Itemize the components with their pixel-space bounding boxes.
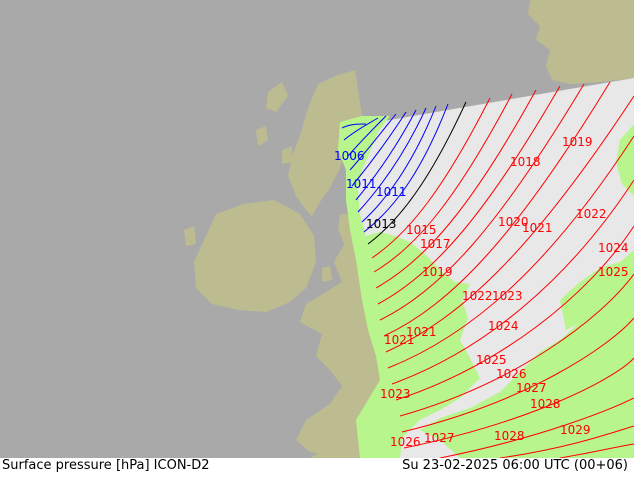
isobar-label: 1024: [598, 241, 629, 255]
isobar-label: 1018: [510, 155, 541, 169]
isobar-label: 1027: [516, 381, 547, 395]
isobar-label: 1029: [560, 423, 591, 437]
pressure-map: 1006 1011 1011 1013 1015 1017 1018 1019 …: [0, 0, 634, 458]
isobar-label: 1015: [406, 223, 437, 237]
isobar-label: 1026: [390, 435, 421, 449]
isobar-label: 1028: [494, 429, 525, 443]
isobar-label: 1019: [562, 135, 593, 149]
isobar-label: 1017: [420, 237, 451, 251]
map-title: Surface pressure [hPa] ICON-D2: [2, 458, 210, 473]
isobar-label: 1011: [346, 177, 377, 191]
map-area: 1006 1011 1011 1013 1015 1017 1018 1019 …: [0, 0, 634, 458]
isobar-label: 1028: [530, 397, 561, 411]
isobar-label: 1013: [366, 217, 397, 231]
isobar-label: 1021: [522, 221, 553, 235]
isobar-label: 1025: [598, 265, 629, 279]
isobar-label: 1024: [488, 319, 519, 333]
isobar-label: 1006: [334, 149, 365, 163]
isobar-label: 1023: [492, 289, 523, 303]
isobar-label: 1022: [462, 289, 493, 303]
isobar-label: 1011: [376, 185, 407, 199]
isobar-label: 1023: [380, 387, 411, 401]
isobar-label: 1019: [422, 265, 453, 279]
isobar-label: 1022: [576, 207, 607, 221]
isobar-label: 1025: [476, 353, 507, 367]
valid-time: Su 23-02-2025 06:00 UTC (00+06): [402, 458, 628, 473]
map-footer: Surface pressure [hPa] ICON-D2 Su 23-02-…: [0, 458, 634, 490]
isobar-label: 1026: [496, 367, 527, 381]
isobar-label: 1027: [424, 431, 455, 445]
isobar-label: 1021: [384, 333, 415, 347]
